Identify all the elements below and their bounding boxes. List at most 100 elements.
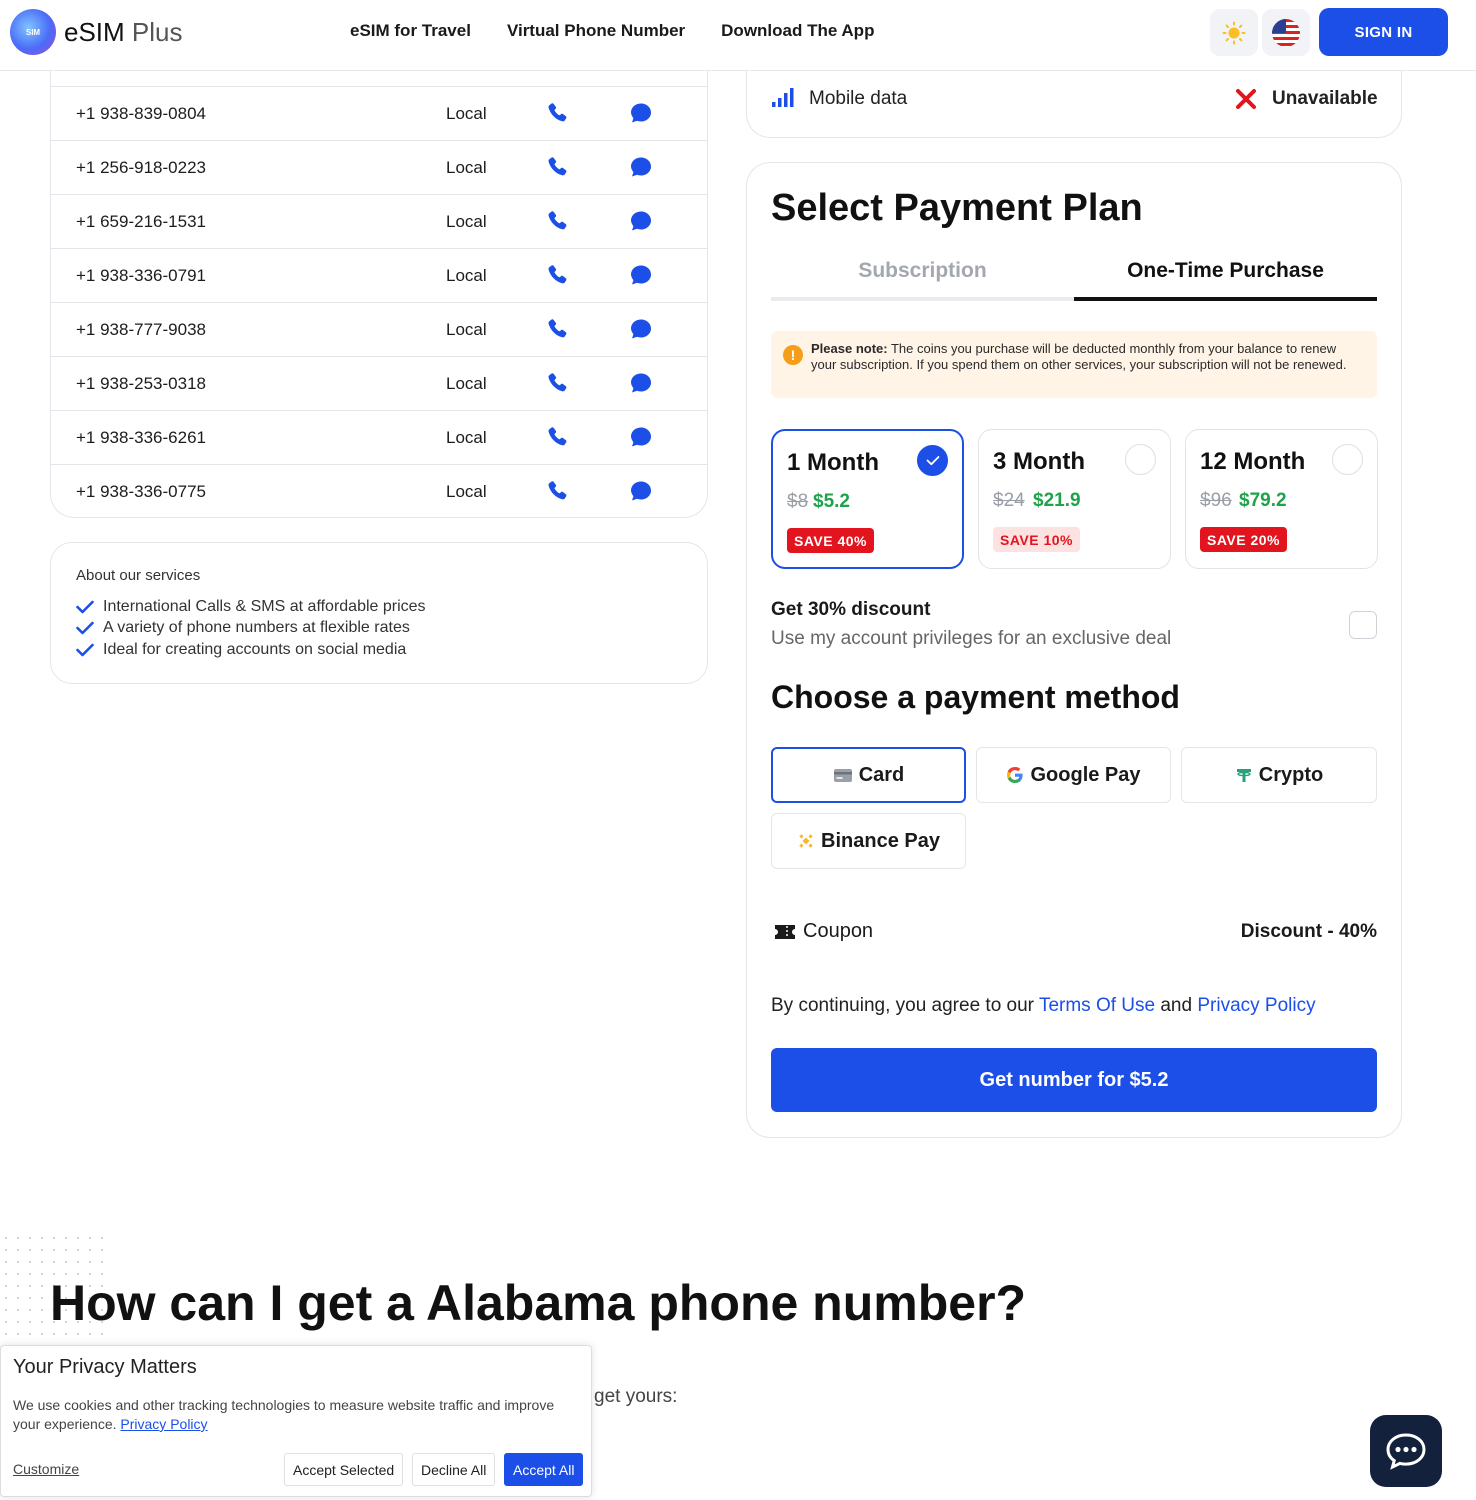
payment-method-title: Choose a payment method — [771, 679, 1180, 715]
chat-bubble-icon[interactable] — [630, 426, 652, 448]
privacy-policy-link[interactable]: Privacy Policy — [1197, 995, 1315, 1016]
phone-call-icon[interactable] — [545, 101, 569, 125]
sign-in-button[interactable]: SIGN IN — [1319, 8, 1448, 56]
phone-call-icon[interactable] — [545, 479, 569, 503]
method-google-pay-button[interactable]: Google Pay — [976, 747, 1171, 803]
method-crypto-button[interactable]: Crypto — [1181, 747, 1377, 803]
number-row[interactable]: +1 938-253-0318 Local — [51, 356, 707, 410]
sun-icon — [1222, 21, 1246, 44]
nav-download-the-app[interactable]: Download The App — [721, 21, 874, 41]
phone-call-icon[interactable] — [545, 371, 569, 395]
logo-icon: SIM — [10, 9, 56, 55]
phone-number: +1 938-839-0804 — [76, 104, 206, 123]
faq-heading: How can I get a Alabama phone number? — [50, 1275, 1027, 1331]
chat-bubble-icon[interactable] — [630, 318, 652, 340]
phone-call-icon[interactable] — [545, 209, 569, 233]
number-row[interactable]: +1 938-777-9038 Local — [51, 302, 707, 356]
accept-selected-button[interactable]: Accept Selected — [284, 1453, 404, 1486]
plan-save-badge: SAVE 20% — [1200, 527, 1287, 552]
plan-option-3-month[interactable]: 3 Month $24 $21.9 SAVE 10% — [978, 429, 1171, 569]
customize-link[interactable]: Customize — [13, 1461, 79, 1477]
plan-new-price: $79.2 — [1239, 490, 1287, 511]
plan-new-price: $5.2 — [813, 491, 850, 512]
phone-call-icon[interactable] — [545, 155, 569, 179]
chat-bubble-icon[interactable] — [630, 372, 652, 394]
theme-toggle-button[interactable] — [1210, 9, 1258, 56]
number-row[interactable]: +1 938-336-0775 Local — [51, 464, 707, 518]
main-nav: eSIM for Travel Virtual Phone Number Dow… — [350, 21, 874, 41]
get-number-button[interactable]: Get number for $5.2 — [771, 1048, 1377, 1112]
terms-of-use-link[interactable]: Terms Of Use — [1039, 995, 1155, 1016]
number-type: Local — [446, 374, 487, 393]
number-row[interactable]: +1 938-336-0791 Local — [51, 248, 707, 302]
phone-call-icon[interactable] — [545, 425, 569, 449]
about-item: A variety of phone numbers at flexible r… — [76, 619, 410, 637]
phone-number: +1 938-777-9038 — [76, 320, 206, 339]
about-item: Ideal for creating accounts on social me… — [76, 641, 406, 659]
number-type: Local — [446, 158, 487, 177]
checkmark-icon — [76, 621, 94, 635]
checkmark-icon — [76, 643, 94, 657]
decline-all-button[interactable]: Decline All — [412, 1453, 496, 1486]
chat-bubble-icon[interactable] — [630, 480, 652, 502]
discount-checkbox[interactable] — [1349, 611, 1377, 639]
number-row[interactable]: +1 659-216-1531 Local — [51, 194, 707, 248]
chat-bubble-icon[interactable] — [630, 156, 652, 178]
method-binance-pay-button[interactable]: Binance Pay — [771, 813, 966, 869]
check-icon — [926, 456, 939, 466]
language-button[interactable] — [1262, 9, 1310, 56]
info-icon: ! — [783, 345, 803, 365]
plan-radio[interactable] — [1332, 444, 1363, 475]
tab-subscription[interactable]: Subscription — [771, 259, 1074, 283]
accept-all-button[interactable]: Accept All — [504, 1453, 584, 1486]
cookie-body: We use cookies and other tracking techno… — [13, 1397, 555, 1432]
phone-number: +1 938-253-0318 — [76, 374, 206, 393]
logo-main: eSIM — [64, 16, 125, 47]
esim-plus-logo[interactable]: SIM eSIM Plus — [10, 9, 183, 55]
checkmark-icon — [76, 600, 94, 614]
phone-number: +1 256-918-0223 — [76, 158, 206, 177]
coupon-label: Coupon — [803, 920, 874, 942]
signal-bars-icon — [772, 88, 794, 107]
mobile-data-status: Unavailable — [1272, 88, 1378, 109]
about-item-text: Ideal for creating accounts on social me… — [103, 641, 407, 658]
cookie-consent-banner: Your Privacy Matters We use cookies and … — [0, 1345, 592, 1497]
number-type: Local — [446, 320, 487, 339]
chat-bubble-icon[interactable] — [630, 102, 652, 124]
nav-esim-for-travel[interactable]: eSIM for Travel — [350, 21, 471, 41]
us-flag-icon — [1272, 18, 1300, 47]
note-text: Please note: The coins you purchase will… — [811, 341, 1363, 373]
phone-number: +1 938-336-0775 — [76, 482, 206, 501]
number-row[interactable]: +1 938-839-0804 Local — [51, 86, 707, 140]
cookie-privacy-link[interactable]: Privacy Policy — [120, 1416, 207, 1432]
plan-radio[interactable] — [1125, 444, 1156, 475]
plan-radio-checked[interactable] — [917, 445, 948, 476]
plan-name: 1 Month — [787, 449, 879, 476]
plan-option-1-month[interactable]: 1 Month $8 $5.2 SAVE 40% — [771, 429, 964, 569]
chat-bubble-icon[interactable] — [630, 264, 652, 286]
method-card-button[interactable]: Card — [771, 747, 966, 803]
chat-bubble-icon[interactable] — [630, 210, 652, 232]
coupon-toggle[interactable]: Coupon — [773, 920, 873, 943]
number-type: Local — [446, 104, 487, 123]
about-services-card: About our services International Calls &… — [50, 542, 708, 684]
number-row[interactable]: +1 938-336-6261 Local — [51, 410, 707, 464]
about-item: International Calls & SMS at affordable … — [76, 598, 426, 616]
phone-call-icon[interactable] — [545, 263, 569, 287]
binance-icon — [797, 832, 815, 850]
live-chat-button[interactable] — [1370, 1415, 1442, 1487]
note-bold: Please note: — [811, 341, 888, 356]
faq-text-fragment: get yours: — [594, 1386, 678, 1407]
plan-option-12-month[interactable]: 12 Month $96 $79.2 SAVE 20% — [1185, 429, 1378, 569]
nav-virtual-phone-number[interactable]: Virtual Phone Number — [507, 21, 685, 41]
method-label: Crypto — [1258, 763, 1324, 786]
discount-subtitle: Use my account privileges for an exclusi… — [771, 628, 1172, 649]
ticket-icon — [775, 924, 795, 939]
phone-call-icon[interactable] — [545, 317, 569, 341]
close-x-icon — [1236, 89, 1256, 109]
number-row[interactable]: +1 256-918-0223 Local — [51, 140, 707, 194]
plan-save-badge: SAVE 10% — [993, 527, 1080, 552]
agreement-text: By continuing, you agree to our Terms Of… — [771, 995, 1316, 1017]
plan-save-badge: SAVE 40% — [787, 528, 874, 553]
tab-one-time-purchase[interactable]: One-Time Purchase — [1074, 259, 1377, 283]
